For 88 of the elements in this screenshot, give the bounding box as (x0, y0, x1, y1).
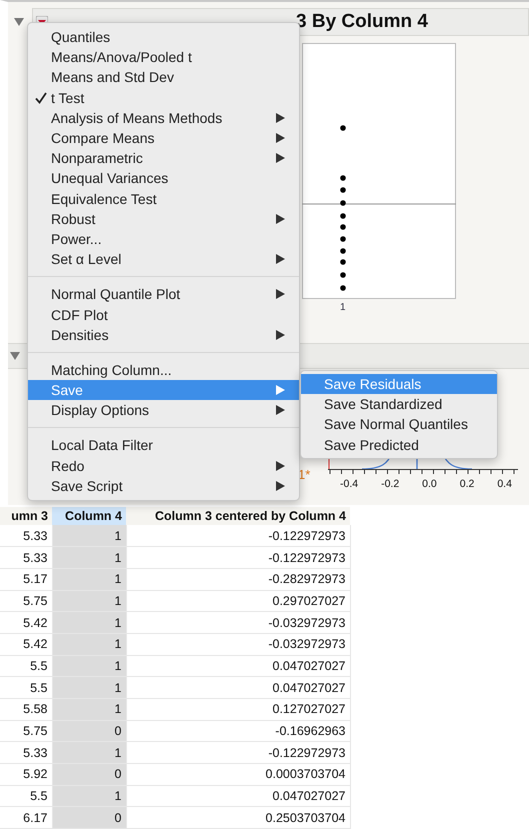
menu-item[interactable]: t Test (28, 88, 299, 108)
menu-item[interactable]: Means/Anova/Pooled t (28, 47, 299, 68)
table-cell: 0 (52, 806, 126, 829)
axis-tick-label: 0.2 (460, 478, 474, 490)
menu-item[interactable]: Analysis of Means Methods (28, 108, 299, 128)
menu-item[interactable]: Nonparametric (28, 148, 299, 168)
table-cell: 0.047027027 (126, 785, 350, 807)
table-cell: 6.17 (0, 806, 52, 829)
menu-item[interactable]: Local Data Filter (28, 435, 299, 456)
submenu-arrow-icon (276, 214, 285, 224)
table-cell: 1 (52, 633, 126, 656)
table-cell: 5.5 (0, 655, 52, 677)
table-cell: 1 (52, 676, 126, 698)
submenu-arrow-icon (276, 153, 285, 164)
menu-item[interactable]: Save Script (28, 476, 299, 496)
checkmark-icon (35, 92, 47, 104)
submenu-arrow-icon (276, 112, 285, 123)
menu-item[interactable]: Power... (28, 228, 299, 250)
table-cell: 0.047027027 (126, 676, 350, 698)
submenu-arrow-icon (276, 385, 285, 396)
disclosure-triangle-icon[interactable] (10, 351, 20, 361)
table-cell: 5.33 (0, 546, 52, 568)
table-cell: -0.032972973 (126, 612, 350, 634)
table-cell: 5.75 (0, 590, 52, 612)
submenu-arrow-icon (276, 480, 285, 491)
axis-tick-label: -0.4 (340, 478, 358, 490)
table-cell: 5.5 (0, 676, 52, 698)
table-cell: 5.5 (0, 785, 52, 807)
submenu-arrow-icon (276, 254, 285, 264)
table-cell: -0.282972973 (126, 568, 350, 590)
column-header[interactable]: umn 3 (0, 507, 52, 525)
table-cell: 0.297027027 (126, 590, 350, 612)
table-cell: 5.92 (0, 764, 52, 786)
table-cell: 5.33 (0, 742, 52, 764)
table-cell: 0.2503703704 (126, 806, 350, 829)
table-cell: 1 (52, 612, 126, 634)
table-cell: -0.032972973 (126, 633, 350, 656)
table-cell: 1 (52, 590, 126, 612)
menu-item[interactable]: Normal Quantile Plot (28, 284, 299, 304)
table-cell: -0.16962963 (126, 720, 350, 742)
submenu-arrow-icon (276, 405, 285, 416)
table-cell: 1 (52, 785, 126, 807)
axis-tick-label: -0.2 (381, 478, 400, 490)
table-cell: -0.122972973 (126, 742, 350, 764)
table-cell: 0 (52, 764, 126, 786)
table-cell: 1 (52, 568, 126, 590)
table-cell: 5.42 (0, 633, 52, 656)
table-cell: 5.42 (0, 612, 52, 634)
submenu-arrow-icon (276, 289, 285, 300)
menu-item[interactable]: Means and Std Dev (28, 67, 299, 88)
submenu-arrow-icon (276, 460, 285, 471)
menu-item[interactable]: Compare Means (28, 128, 299, 148)
menu-item[interactable]: Matching Column... (28, 360, 299, 380)
table-cell: 1 (52, 742, 126, 764)
menu-item[interactable]: Equivalence Test (28, 188, 299, 209)
menu-item[interactable]: Save Normal Quantiles (301, 414, 497, 435)
table-cell: -0.122972973 (126, 546, 350, 568)
menu-item[interactable]: Quantiles (28, 27, 299, 48)
table-cell: 0.0003703704 (126, 764, 350, 786)
menu-item[interactable]: Set α Level (28, 249, 299, 270)
x-axis-label: 1 (340, 302, 346, 313)
table-cell: 1 (52, 525, 126, 547)
table-cell: 5.33 (0, 525, 52, 547)
menu-item[interactable]: Save Standardized (301, 394, 497, 414)
menu-item[interactable]: Display Options (28, 400, 299, 420)
table-cell: 1 (52, 698, 126, 720)
menu-item[interactable]: Unequal Variances (28, 168, 299, 188)
menu-item[interactable]: Densities (28, 324, 299, 345)
menu-item[interactable]: Redo (28, 456, 299, 476)
disclosure-triangle-icon[interactable] (14, 17, 24, 27)
axis-tick-label: 0.4 (497, 478, 512, 490)
table-cell: 1 (52, 655, 126, 677)
submenu-arrow-icon (276, 330, 285, 340)
table-cell: 5.58 (0, 698, 52, 720)
table-cell: 1 (52, 546, 126, 568)
table-cell: 5.75 (0, 720, 52, 742)
table-cell: 5.17 (0, 568, 52, 590)
table-cell: 0.047027027 (126, 655, 350, 677)
column-header[interactable]: Column 4 (52, 507, 126, 525)
table-cell: -0.122972973 (126, 525, 350, 547)
submenu-arrow-icon (276, 133, 285, 144)
table-cell: 0 (52, 720, 126, 742)
axis-tick-label: 0.0 (422, 478, 437, 490)
menu-item[interactable]: Save Predicted (301, 434, 497, 455)
table-cell: 0.127027027 (126, 698, 350, 720)
menu-item[interactable]: Robust (28, 208, 299, 229)
column-header[interactable]: Column 3 centered by Column 4 (126, 507, 350, 525)
menu-item[interactable]: CDF Plot (28, 304, 299, 325)
